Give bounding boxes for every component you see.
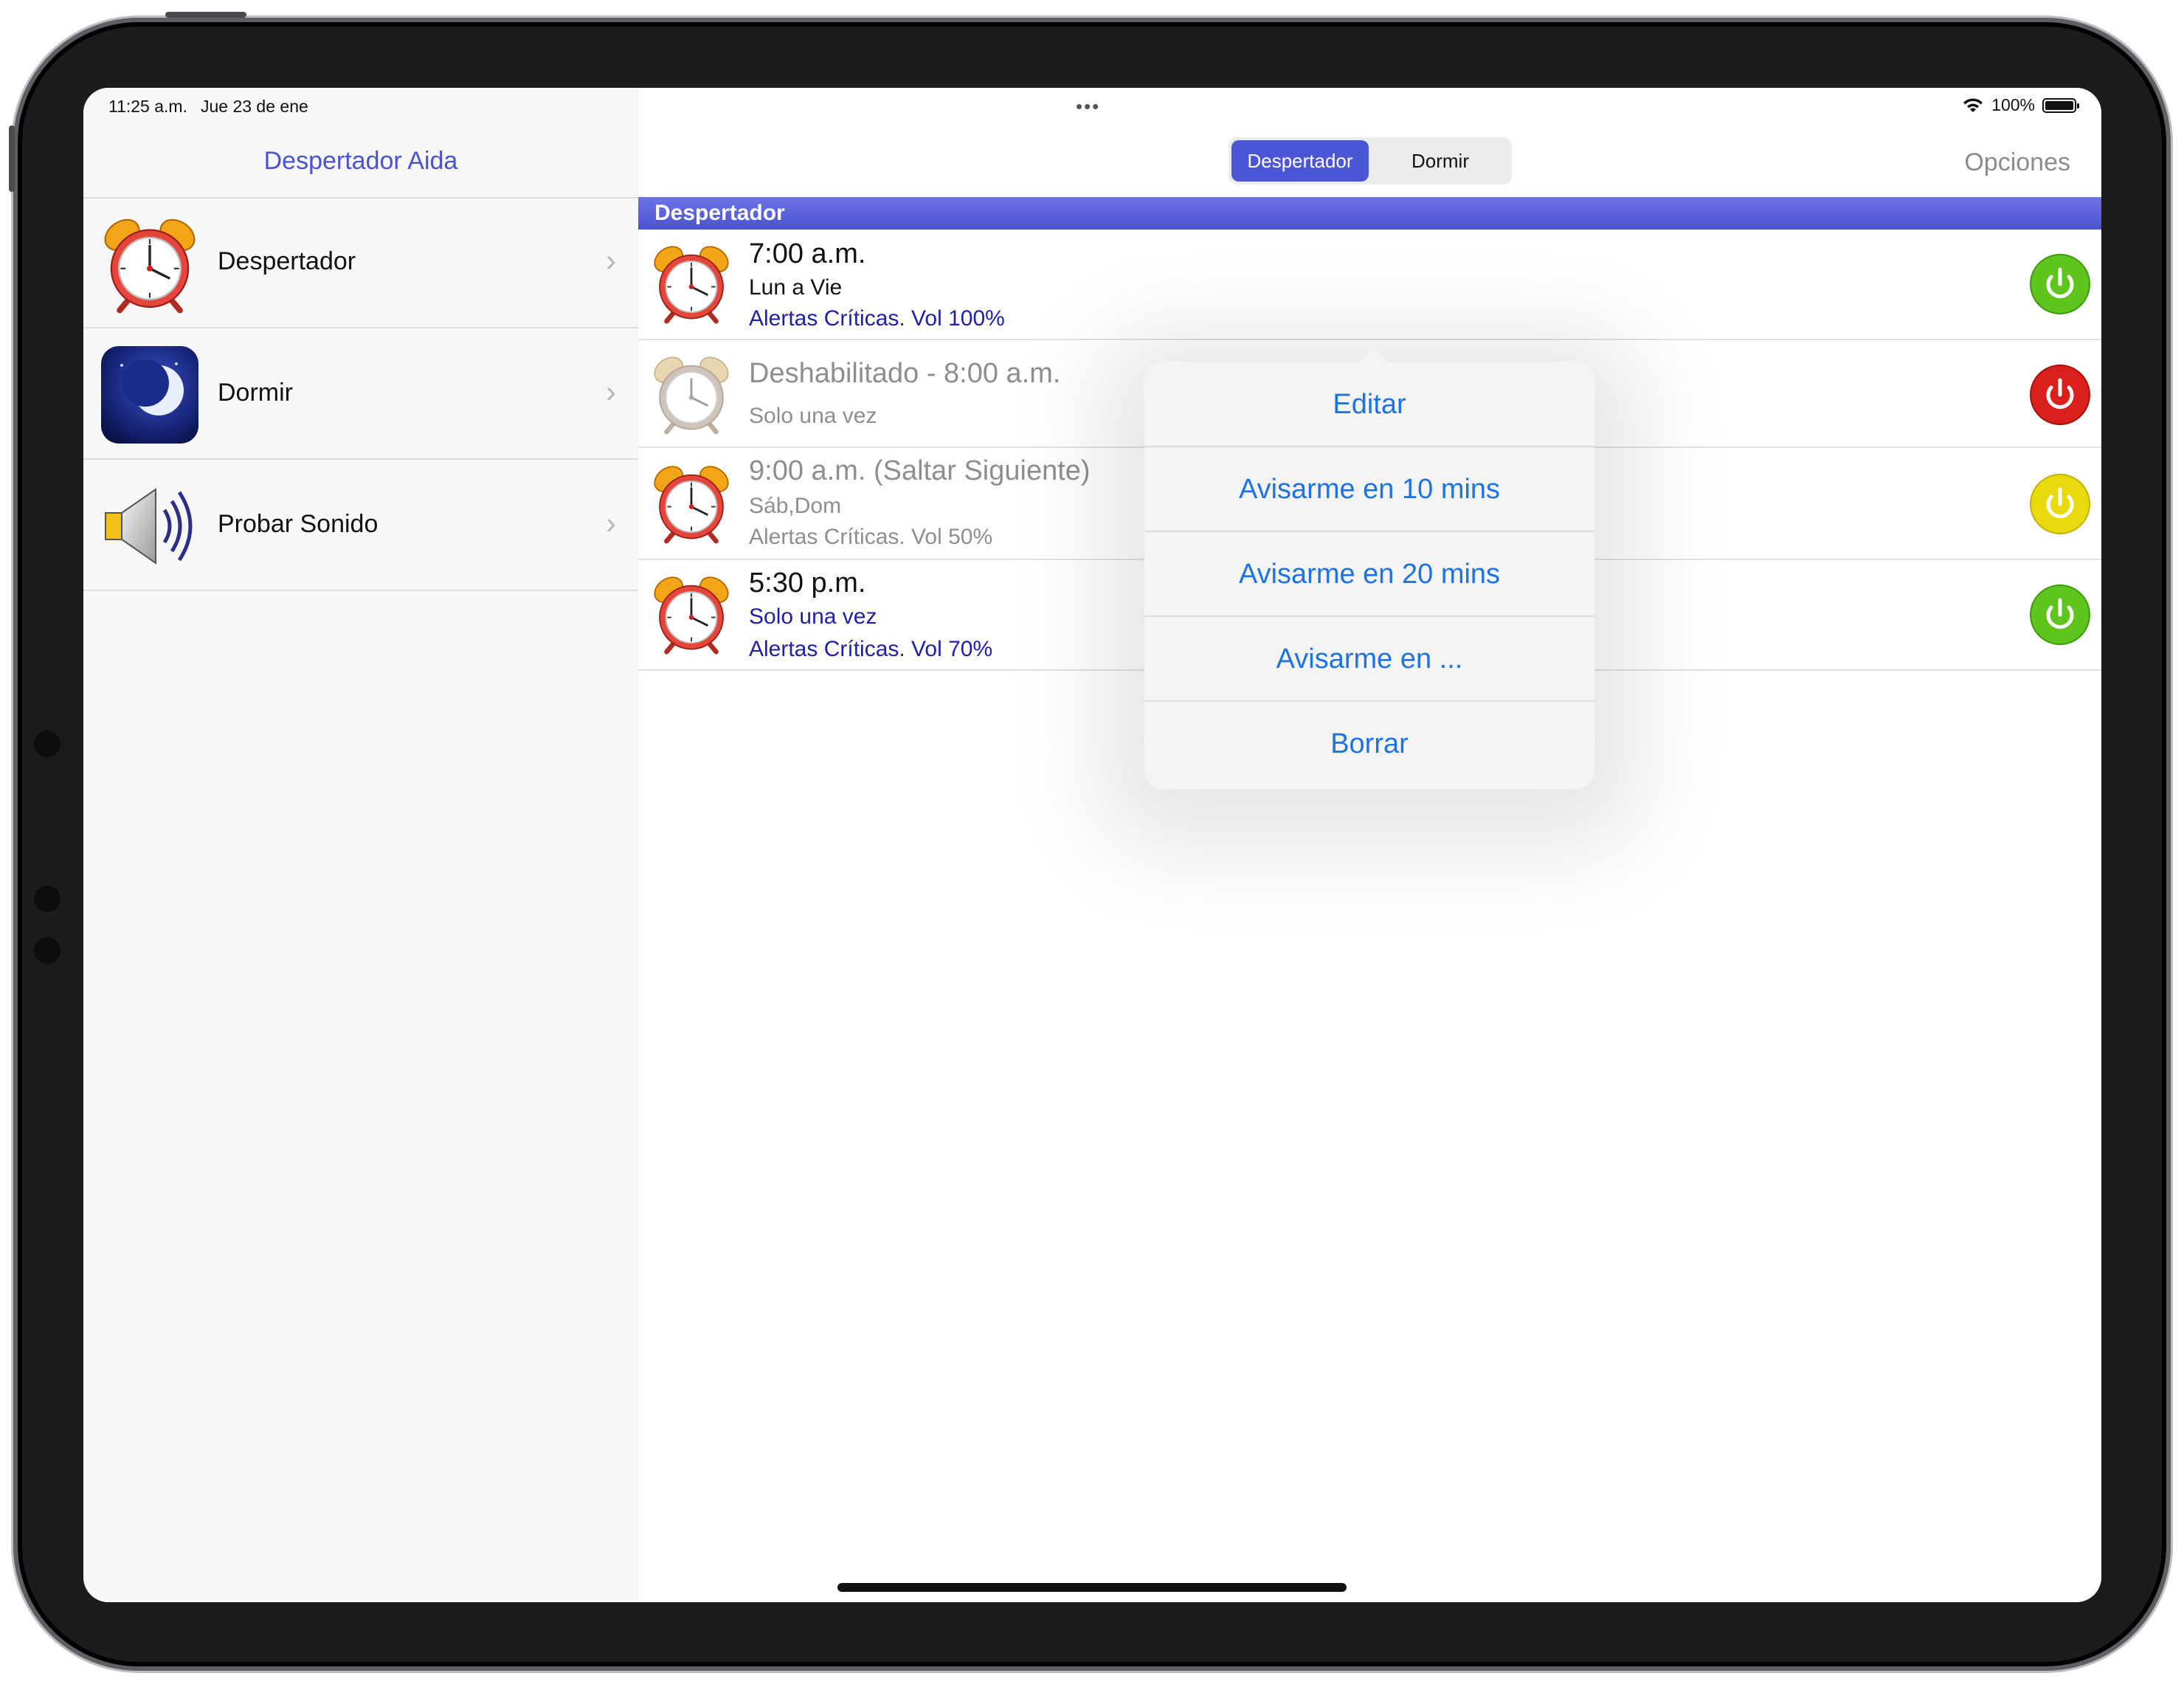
chevron-right-icon: ›	[606, 243, 616, 277]
alarm-time: 9:00 a.m. (Saltar Siguiente)	[749, 455, 1091, 486]
context-popover: Editar Avisarme en 10 mins Avisarme en 2…	[1144, 349, 1594, 789]
alarm-clock-disabled-icon	[650, 352, 733, 435]
snooze-20-button[interactable]: Avisarme en 20 mins	[1144, 532, 1594, 617]
alarm-days: Sáb,Dom	[749, 494, 842, 518]
popover-arrow	[1357, 349, 1389, 364]
volume-button	[9, 125, 15, 192]
sidebar-item-dormir[interactable]: Dormir ›	[83, 330, 638, 460]
sidebar-item-despertador[interactable]: Despertador ›	[83, 199, 638, 328]
power-toggle-on[interactable]	[2029, 584, 2091, 646]
alarm-days: Solo una vez	[749, 604, 877, 629]
alarm-row[interactable]: 7:00 a.m. Lun a Vie Alertas Críticas. Vo…	[638, 230, 2101, 340]
status-right: 100%	[1962, 95, 2079, 115]
battery-icon	[2042, 97, 2079, 113]
segmented-control[interactable]: Despertador Dormir	[1228, 137, 1512, 184]
borrar-button[interactable]: Borrar	[1144, 702, 1594, 787]
speaker-icon	[105, 488, 193, 565]
snooze-custom-button[interactable]: Avisarme en ...	[1144, 617, 1594, 702]
camera-dot	[34, 731, 61, 757]
sidebar-item-probar-sonido[interactable]: Probar Sonido ›	[83, 461, 638, 591]
sensor-dot	[34, 886, 61, 912]
section-header: Despertador	[638, 197, 2101, 230]
alarm-alerts: Alertas Críticas. Vol 50%	[749, 525, 993, 549]
home-indicator[interactable]	[837, 1583, 1347, 1592]
alarm-alerts: Alertas Críticas. Vol 100%	[749, 306, 1005, 331]
power-toggle-on[interactable]	[2029, 253, 2091, 315]
power-toggle-skip[interactable]	[2029, 473, 2091, 535]
sidebar: Despertador Aida Despertador › Dormir › …	[83, 88, 640, 1602]
status-date: Jue 23 de ene	[200, 97, 308, 116]
chevron-right-icon: ›	[606, 374, 616, 409]
snooze-10-button[interactable]: Avisarme en 10 mins	[1144, 447, 1594, 532]
battery-percent: 100%	[1991, 95, 2035, 114]
alarm-time: Deshabilitado - 8:00 a.m.	[749, 358, 1061, 389]
status-time: 11:25 a.m.	[108, 97, 187, 116]
sensor-dot	[34, 937, 61, 964]
sidebar-item-label: Despertador	[218, 247, 356, 275]
segment-dormir[interactable]: Dormir	[1372, 140, 1509, 182]
alarm-time: 5:30 p.m.	[749, 568, 866, 599]
sidebar-item-label: Probar Sonido	[218, 510, 379, 538]
power-toggle-off[interactable]	[2029, 364, 2091, 426]
alarm-alerts: Alertas Críticas. Vol 70%	[749, 637, 993, 661]
segment-despertador[interactable]: Despertador	[1231, 140, 1369, 182]
alarm-days: Lun a Vie	[749, 275, 843, 300]
multitasking-dots[interactable]: •••	[1076, 95, 1100, 118]
top-button	[165, 12, 246, 18]
editar-button[interactable]: Editar	[1144, 362, 1594, 447]
opciones-button[interactable]: Opciones	[1964, 148, 2070, 177]
wifi-icon	[1963, 97, 1983, 112]
status-bar: 11:25 a.m. Jue 23 de ene ••• 100%	[83, 88, 2101, 125]
main-panel: Despertador Dormir Opciones Despertador …	[638, 88, 2101, 1602]
moon-icon	[101, 346, 198, 444]
status-time-date: 11:25 a.m. Jue 23 de ene	[108, 97, 308, 117]
alarm-clock-icon	[650, 241, 733, 324]
alarm-days: Solo una vez	[749, 404, 877, 428]
alarm-clock-icon	[100, 213, 200, 314]
sidebar-item-label: Dormir	[218, 379, 293, 407]
alarm-clock-icon	[650, 572, 733, 655]
alarm-time: 7:00 a.m.	[749, 238, 866, 269]
alarm-clock-icon	[650, 461, 733, 544]
screen: 11:25 a.m. Jue 23 de ene ••• 100% Despert…	[83, 88, 2101, 1602]
sidebar-title: Despertador Aida	[263, 147, 458, 175]
chevron-right-icon: ›	[606, 506, 616, 540]
